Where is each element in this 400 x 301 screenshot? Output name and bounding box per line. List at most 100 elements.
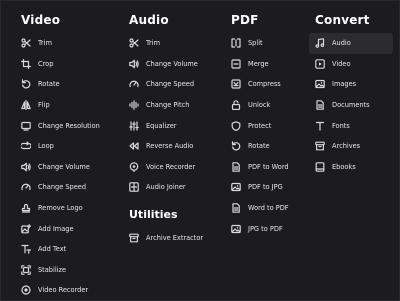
add-image-icon [21,223,31,234]
video-item-label: Change Speed [38,183,87,192]
scissors-icon [129,38,139,48]
pdf-item-label: JPG to PDF [248,224,283,233]
convert-column: Convert Audio Video Images Documents Fonts Ar… [309,9,397,177]
pdf-item-unlock[interactable]: Unlock [225,95,305,116]
pdf-item-merge[interactable]: Merge [225,54,305,75]
convert-item-ebooks[interactable]: Ebooks [309,157,397,178]
image-icon [231,182,241,192]
audio-item-label: Change Pitch [146,101,190,110]
video-item-flip[interactable]: Flip [15,95,119,116]
utilities-heading: Utilities [129,207,178,221]
video-item-rotate[interactable]: Rotate [15,74,119,95]
audio-item-label: Voice Recorder [146,162,196,171]
video-item-change-speed[interactable]: Change Speed [15,177,119,198]
image-icon [315,79,325,89]
pdf-item-rotate[interactable]: Rotate [225,136,305,157]
audio-item-change-speed[interactable]: Change Speed [123,74,223,95]
video-item-label: Loop [38,142,54,151]
video-item-label: Rotate [38,80,60,89]
pdf-item-label: Word to PDF [248,204,289,213]
archive-icon [129,233,139,243]
equalizer-icon [129,121,139,131]
video-item-change-volume[interactable]: Change Volume [15,157,119,178]
pdf-item-label: PDF to Word [248,162,289,171]
video-item-stabilize[interactable]: Stabilize [15,260,119,281]
audio-item-label: Change Speed [146,80,195,89]
pdf-item-label: Merge [248,59,269,68]
tools-mega-menu: Video Trim Crop Rotate Flip Change Resolutio… [0,0,400,301]
utilities-item-label: Archive Extractor [146,234,204,243]
audio-column: Audio Trim Change Volume Change Speed Chang… [123,9,223,248]
audio-item-audio-joiner[interactable]: Audio Joiner [123,177,223,198]
convert-item-audio[interactable]: Audio [309,33,393,54]
document-icon [231,162,241,172]
pdf-item-compress[interactable]: Compress [225,74,305,95]
video-item-remove-logo[interactable]: Remove Logo [15,198,119,219]
convert-item-label: Fonts [332,121,350,130]
convert-item-archives[interactable]: Archives [309,136,397,157]
video-column: Video Trim Crop Rotate Flip Change Resolutio… [15,9,119,301]
audio-item-label: Change Volume [146,59,198,68]
pdf-heading: PDF [231,13,259,27]
audio-item-trim[interactable]: Trim [123,33,223,54]
video-item-label: Change Resolution [38,121,100,130]
audio-item-change-pitch[interactable]: Change Pitch [123,95,223,116]
audio-item-label: Equalizer [146,121,177,130]
record-icon [21,285,31,296]
convert-item-images[interactable]: Images [309,74,397,95]
pdf-item-label: Unlock [248,101,271,110]
audio-item-equalizer[interactable]: Equalizer [123,115,223,136]
video-heading: Video [21,13,61,27]
document-icon [315,100,325,110]
speed-icon [129,79,139,89]
video-item-label: Change Volume [38,162,90,171]
archive-icon [315,141,325,151]
joiner-icon [129,182,139,193]
video-item-label: Crop [38,59,54,68]
convert-item-video[interactable]: Video [309,54,397,75]
pdf-item-pdf-to-word[interactable]: PDF to Word [225,157,305,178]
speed-icon [21,182,31,192]
video-item-add-image[interactable]: Add Image [15,218,119,239]
pdf-item-split[interactable]: Split [225,33,305,54]
merge-icon [231,59,241,69]
convert-item-fonts[interactable]: Fonts [309,115,397,136]
video-item-trim[interactable]: Trim [15,33,119,54]
book-icon [315,162,325,172]
pdf-item-protect[interactable]: Protect [225,115,305,136]
stamp-icon [21,203,31,213]
music-note-icon [315,38,325,49]
video-item-label: Add Image [38,224,74,233]
convert-item-label: Archives [332,142,361,151]
split-icon [231,38,241,48]
pdf-item-pdf-to-jpg[interactable]: PDF to JPG [225,177,305,198]
audio-item-change-volume[interactable]: Change Volume [123,54,223,75]
pdf-item-label: Compress [248,80,281,89]
video-item-change-resolution[interactable]: Change Resolution [15,115,119,136]
video-item-label: Remove Logo [38,204,83,213]
pdf-column: PDF Split Merge Compress Unlock Protect Rotat… [225,9,305,239]
video-item-add-text[interactable]: Add Text [15,239,119,260]
convert-item-label: Ebooks [332,162,356,171]
utilities-item-archive-extractor[interactable]: Archive Extractor [123,228,223,249]
pdf-item-label: PDF to JPG [248,183,283,192]
volume-icon [129,59,139,69]
flip-icon [21,100,31,111]
video-item-video-recorder[interactable]: Video Recorder [15,280,119,301]
video-item-loop[interactable]: Loop [15,136,119,157]
shield-icon [231,120,241,131]
loop-icon [21,141,31,151]
convert-item-documents[interactable]: Documents [309,95,397,116]
pdf-item-word-to-pdf[interactable]: Word to PDF [225,198,305,219]
video-item-label: Add Text [38,245,67,254]
video-item-label: Video Recorder [38,286,89,295]
pdf-item-jpg-to-pdf[interactable]: JPG to PDF [225,218,305,239]
audio-item-reverse-audio[interactable]: Reverse Audio [123,136,223,157]
crop-icon [21,58,31,69]
audio-item-voice-recorder[interactable]: Voice Recorder [123,157,223,178]
video-item-label: Stabilize [38,265,67,274]
video-item-crop[interactable]: Crop [15,54,119,75]
resolution-icon [21,121,31,131]
rotate-icon [21,79,31,89]
scissors-icon [21,38,31,48]
